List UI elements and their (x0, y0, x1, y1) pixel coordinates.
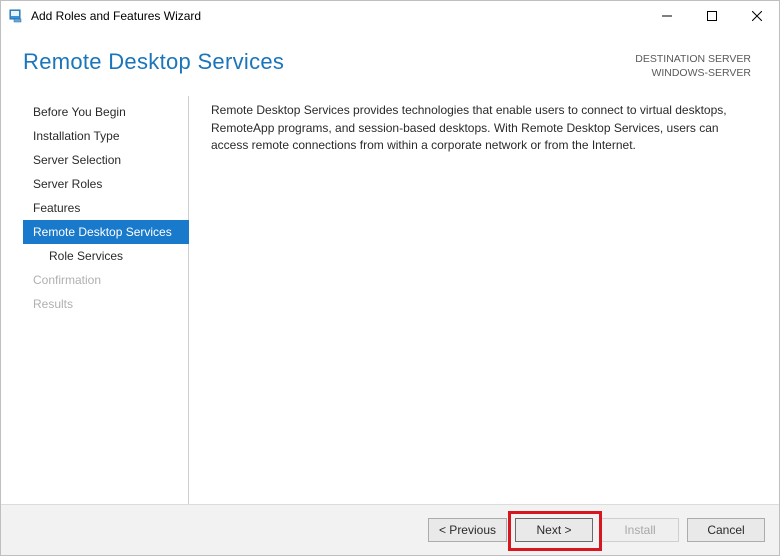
close-button[interactable] (734, 1, 779, 31)
nav-before-you-begin[interactable]: Before You Begin (23, 100, 188, 124)
wizard-window: Add Roles and Features Wizard Remote Des… (0, 0, 780, 556)
destination-server: WINDOWS-SERVER (635, 67, 751, 81)
install-button: Install (601, 518, 679, 542)
destination-info: DESTINATION SERVER WINDOWS-SERVER (635, 53, 751, 80)
titlebar: Add Roles and Features Wizard (1, 1, 779, 31)
body: Before You Begin Installation Type Serve… (1, 88, 779, 504)
page-title: Remote Desktop Services (23, 49, 284, 75)
footer: < Previous Next > Install Cancel (1, 504, 779, 555)
window-title: Add Roles and Features Wizard (31, 9, 201, 23)
nav-remote-desktop-services[interactable]: Remote Desktop Services (23, 220, 189, 244)
next-button[interactable]: Next > (515, 518, 593, 542)
destination-label: DESTINATION SERVER (635, 53, 751, 67)
description-text: Remote Desktop Services provides technol… (211, 102, 753, 154)
window-controls (644, 1, 779, 31)
nav-features[interactable]: Features (23, 196, 188, 220)
nav-confirmation: Confirmation (23, 268, 188, 292)
nav-server-roles[interactable]: Server Roles (23, 172, 188, 196)
maximize-button[interactable] (689, 1, 734, 31)
nav-installation-type[interactable]: Installation Type (23, 124, 188, 148)
nav-role-services[interactable]: Role Services (23, 244, 188, 268)
previous-button[interactable]: < Previous (428, 518, 507, 542)
nav-results: Results (23, 292, 188, 316)
header: Remote Desktop Services DESTINATION SERV… (1, 31, 779, 88)
sidebar: Before You Begin Installation Type Serve… (23, 96, 189, 504)
minimize-button[interactable] (644, 1, 689, 31)
cancel-button[interactable]: Cancel (687, 518, 765, 542)
content-panel: Remote Desktop Services provides technol… (189, 96, 763, 504)
nav-server-selection[interactable]: Server Selection (23, 148, 188, 172)
app-icon (9, 8, 25, 24)
